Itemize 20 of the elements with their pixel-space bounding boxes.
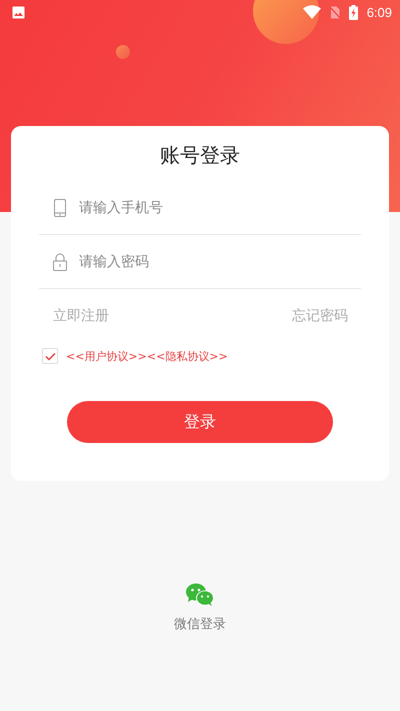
image-icon (12, 6, 25, 18)
phone-icon (53, 198, 67, 216)
register-link[interactable]: 立即注册 (53, 307, 109, 325)
checkmark-icon (44, 352, 56, 360)
no-sim-icon (330, 6, 340, 18)
battery-charging-icon (348, 4, 358, 20)
card-title: 账号登录 (159, 142, 241, 169)
wechat-icon (185, 583, 215, 607)
forgot-password-link[interactable]: 忘记密码 (292, 307, 348, 325)
input-field[interactable]: 请输入密码 (79, 254, 361, 270)
login-button[interactable]: 登录 (67, 401, 333, 443)
wifi-icon (302, 5, 321, 19)
status-time: 6:09 (366, 4, 392, 20)
lock-icon (53, 252, 67, 270)
agreement-link[interactable]: <<隐私协议>> (146, 348, 228, 364)
agreement-link[interactable]: <<用户协议>> (66, 348, 147, 364)
wechat-login-label[interactable]: 微信登录 (174, 615, 226, 633)
decor-circle (116, 45, 130, 59)
agreement-checkbox[interactable] (42, 348, 58, 364)
input-field[interactable]: 请输入手机号 (79, 200, 361, 216)
